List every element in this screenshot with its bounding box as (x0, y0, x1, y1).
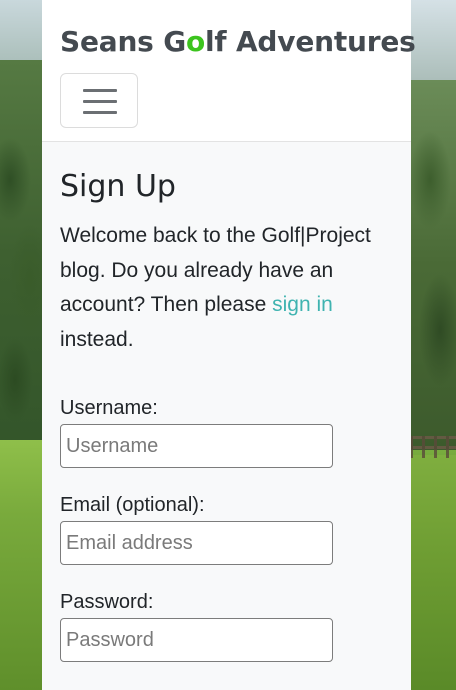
brand-text-accent: o (185, 25, 206, 58)
navbar-toggler-button[interactable] (60, 73, 138, 128)
password-label: Password: (60, 591, 154, 613)
email-label: Email (optional): (60, 494, 205, 516)
username-input[interactable] (60, 424, 333, 468)
brand-text-prefix: Seans G (60, 25, 186, 58)
password-input[interactable] (60, 618, 333, 662)
hamburger-menu-icon (83, 89, 117, 92)
signup-form: Username: Email (optional): Password: (60, 395, 393, 662)
background-trees-right (410, 80, 456, 450)
background-fairway-left (0, 440, 42, 690)
intro-paragraph: Welcome back to the Golf|Project blog. D… (60, 219, 390, 357)
background-fairway-right (410, 455, 456, 690)
background-trees-left (0, 60, 42, 450)
hamburger-menu-icon-bar (83, 100, 117, 103)
brand-logo-link[interactable]: Seans Golf Adventures (60, 25, 416, 58)
intro-text-after: instead. (60, 327, 134, 351)
navbar: Seans Golf Adventures (42, 0, 416, 142)
username-label: Username: (60, 397, 158, 419)
password-field-group: Password: (60, 589, 393, 662)
page-title: Sign Up (60, 169, 176, 204)
hamburger-menu-icon-bar (83, 111, 117, 114)
sign-in-link[interactable]: sign in (272, 293, 333, 316)
email-field-group: Email (optional): (60, 492, 393, 565)
main-column: Seans Golf Adventures Sign Up Welcome ba… (42, 0, 416, 690)
signup-content: Sign Up Welcome back to the Golf|Project… (42, 142, 411, 662)
username-field-group: Username: (60, 395, 393, 468)
email-input[interactable] (60, 521, 333, 565)
brand-text-suffix: lf Adventures (205, 25, 416, 58)
background-fence (410, 436, 456, 458)
